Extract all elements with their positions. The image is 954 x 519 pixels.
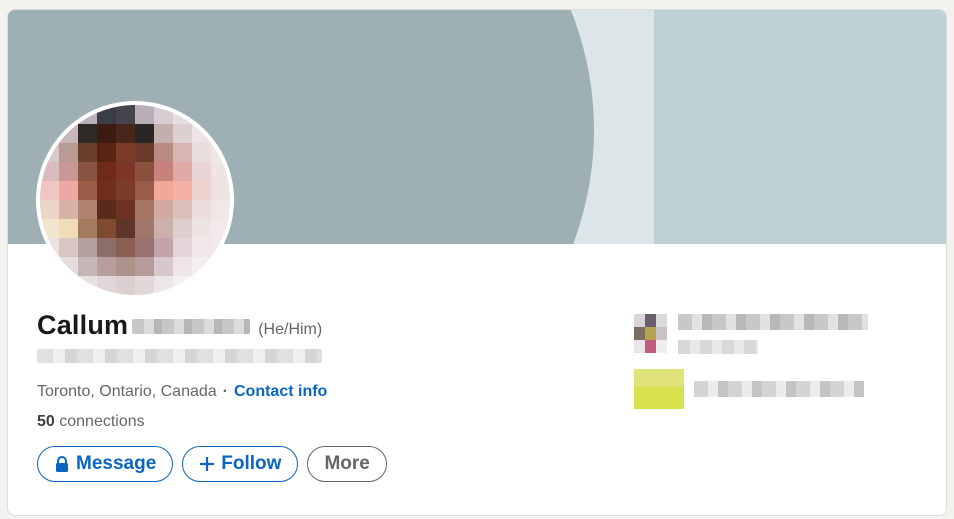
more-label: More [324, 453, 370, 474]
avatar[interactable] [40, 105, 230, 295]
plus-icon [199, 456, 215, 472]
follow-button[interactable]: Follow [182, 446, 299, 482]
more-button[interactable]: More [307, 446, 387, 482]
profile-first-name: Callum [37, 310, 129, 340]
redacted-company-detail [678, 340, 758, 354]
company-text [678, 314, 868, 354]
redacted-last-name [132, 319, 251, 334]
location-row: Toronto, Ontario, Canada · Contact info [37, 383, 387, 401]
profile-side-info [634, 314, 868, 424]
education-item[interactable] [634, 369, 868, 409]
action-buttons: Message Follow More [37, 446, 387, 482]
profile-card: Callum (He/Him) Toronto, Ontario, Canada… [7, 9, 947, 516]
education-text [694, 369, 864, 397]
contact-info-link[interactable]: Contact info [234, 383, 327, 401]
company-logo [634, 314, 668, 354]
connections-count: 50 [37, 413, 55, 430]
location-text: Toronto, Ontario, Canada [37, 383, 217, 400]
redacted-headline [37, 349, 322, 363]
current-company-item[interactable] [634, 314, 868, 354]
pronouns: (He/Him) [258, 321, 323, 338]
message-button[interactable]: Message [37, 446, 174, 482]
school-logo [634, 369, 684, 409]
separator-dot: · [222, 383, 228, 400]
follow-label: Follow [221, 453, 282, 474]
connections-link[interactable]: 50 connections [37, 413, 387, 431]
redacted-school-name [694, 381, 864, 397]
avatar-pixelated-photo [40, 105, 230, 295]
redacted-company-name [678, 314, 868, 330]
profile-identity: Callum (He/Him) Toronto, Ontario, Canada… [37, 310, 387, 482]
message-label: Message [76, 453, 157, 474]
connections-label: connections [59, 413, 145, 430]
name-row: Callum (He/Him) [37, 310, 387, 341]
lock-icon [54, 455, 70, 473]
